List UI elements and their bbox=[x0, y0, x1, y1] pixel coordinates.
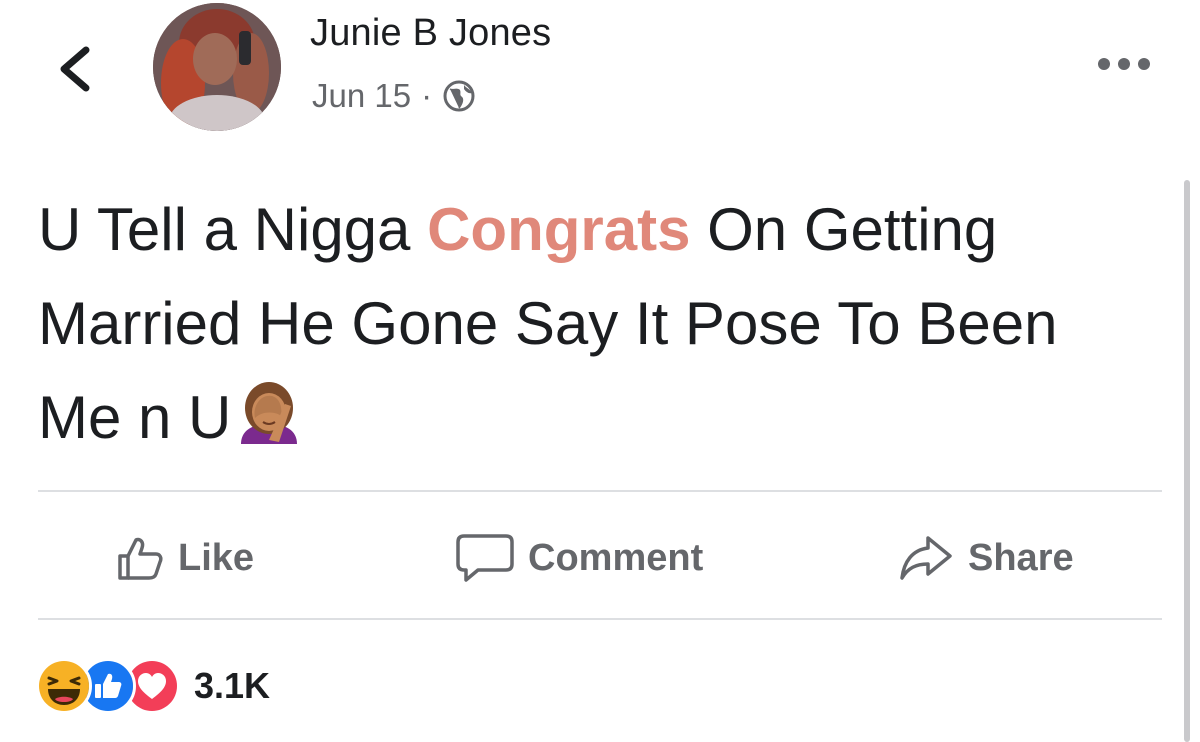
share-button[interactable]: Share bbox=[898, 530, 1074, 586]
share-arrow-icon bbox=[900, 536, 952, 580]
post-date[interactable]: Jun 15 bbox=[312, 77, 411, 115]
comment-button[interactable]: Comment bbox=[456, 530, 703, 586]
more-options-button[interactable] bbox=[1094, 52, 1154, 76]
share-label: Share bbox=[968, 536, 1074, 579]
reaction-count[interactable]: 3.1K bbox=[194, 665, 270, 707]
scrollbar[interactable] bbox=[1184, 180, 1190, 742]
meta-separator: · bbox=[421, 77, 433, 114]
haha-reaction-icon bbox=[36, 658, 92, 714]
reactions-summary[interactable]: 3.1K bbox=[36, 656, 270, 716]
avatar[interactable] bbox=[153, 3, 281, 131]
woman-facepalming-emoji-icon bbox=[233, 377, 305, 444]
divider-top bbox=[38, 490, 1162, 492]
post-text-highlight: Congrats bbox=[427, 196, 691, 263]
profile-photo bbox=[153, 3, 281, 131]
comment-label: Comment bbox=[528, 536, 704, 579]
like-label: Like bbox=[178, 536, 255, 579]
more-dots-icon bbox=[1098, 58, 1150, 70]
post-action-bar: Like Comment Share bbox=[38, 500, 1162, 612]
thumbs-up-icon bbox=[118, 537, 163, 580]
post-meta: Jun 15 · bbox=[312, 74, 476, 118]
back-button[interactable] bbox=[52, 44, 96, 94]
globe-icon bbox=[443, 80, 475, 112]
divider-bottom bbox=[38, 618, 1162, 620]
like-button[interactable]: Like bbox=[116, 530, 254, 586]
post-text: U Tell a Nigga Congrats On Getting Marri… bbox=[38, 183, 1138, 465]
post-text-part1: U Tell a Nigga bbox=[38, 196, 428, 263]
author-name[interactable]: Junie B Jones bbox=[310, 12, 551, 55]
chevron-left-icon bbox=[60, 46, 90, 92]
comment-icon bbox=[456, 534, 514, 582]
